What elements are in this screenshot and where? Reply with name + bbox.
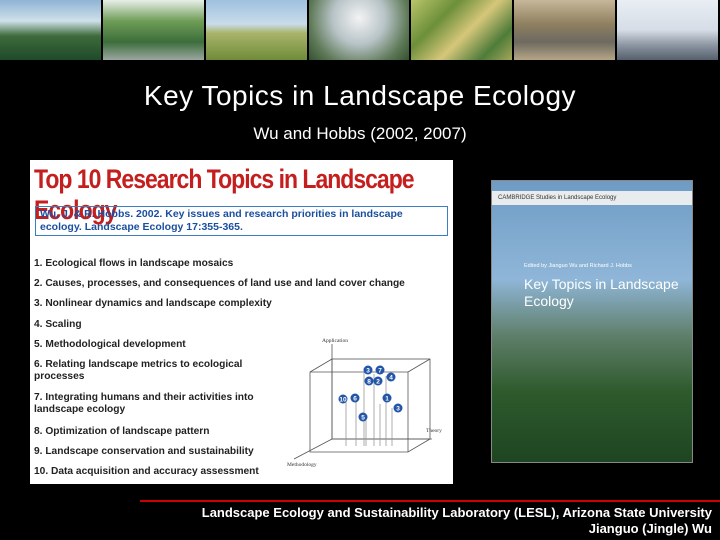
poster-reference: Wu, J. & R. Hobbs. 2002. Key issues and …	[35, 206, 448, 236]
slide-subtitle: Wu and Hobbs (2002, 2007)	[253, 124, 467, 143]
diagram-marker: 1	[385, 396, 389, 403]
topic-item: 6. Relating landscape metrics to ecologi…	[34, 359, 243, 382]
footer-divider	[140, 500, 720, 502]
banner-photo-terraces	[308, 0, 412, 60]
diagram-marker: 6	[353, 396, 357, 403]
topic-cube-diagram: Application Theory Methodology 3 7 8 2 4…	[287, 338, 442, 468]
axis-application-label: Application	[322, 338, 348, 344]
banner-photo-skyline	[617, 0, 720, 60]
photo-banner	[0, 0, 720, 60]
slide-title: Key Topics in Landscape Ecology	[143, 80, 577, 111]
diagram-marker: 4	[389, 375, 393, 382]
topic-item: 5. Methodological development	[34, 339, 186, 350]
topic-item: 10. Data acquisition and accuracy assess…	[34, 466, 259, 477]
axis-methodology-label: Methodology	[287, 462, 317, 468]
banner-photo-river	[102, 0, 206, 60]
diagram-marker: 3	[396, 406, 400, 413]
diagram-marker: 7	[378, 368, 382, 375]
book-title: Key Topics in Landscape Ecology	[524, 276, 679, 309]
footer-author: Jianguo (Jingle) Wu	[588, 521, 712, 536]
topic-item: 9. Landscape conservation and sustainabi…	[34, 446, 254, 457]
top10-poster: Top 10 Research Topics in Landscape Ecol…	[30, 160, 453, 484]
banner-photo-grassland	[205, 0, 309, 60]
diagram-marker: 10	[339, 397, 347, 404]
poster-heading: Top 10 Research Topics in Landscape Ecol…	[34, 164, 415, 225]
book-editors: Edited by Jianguo Wu and Richard J. Hobb…	[524, 263, 632, 269]
diagram-marker: 5	[361, 415, 365, 422]
topic-item: 7. Integrating humans and their activiti…	[34, 392, 254, 415]
banner-photo-farmland	[411, 0, 515, 60]
axis-theory-label: Theory	[426, 428, 442, 434]
banner-photo-mountain-lake	[0, 0, 103, 60]
diagram-marker: 3	[366, 368, 370, 375]
topic-item: 1. Ecological flows in landscape mosaics	[34, 258, 234, 269]
book-series-label: CAMBRIDGE Studies in Landscape Ecology	[492, 191, 692, 205]
topic-item: 8. Optimization of landscape pattern	[34, 426, 210, 437]
topic-item: 3. Nonlinear dynamics and landscape comp…	[34, 298, 272, 309]
topic-item: 2. Causes, processes, and consequences o…	[34, 278, 405, 289]
banner-photo-village	[514, 0, 618, 60]
book-cover: CAMBRIDGE Studies in Landscape Ecology E…	[491, 180, 693, 463]
diagram-marker: 2	[376, 379, 380, 386]
topic-item: 4. Scaling	[34, 319, 82, 330]
footer-lab-name: Landscape Ecology and Sustainability Lab…	[201, 505, 712, 520]
diagram-marker: 8	[367, 379, 371, 386]
